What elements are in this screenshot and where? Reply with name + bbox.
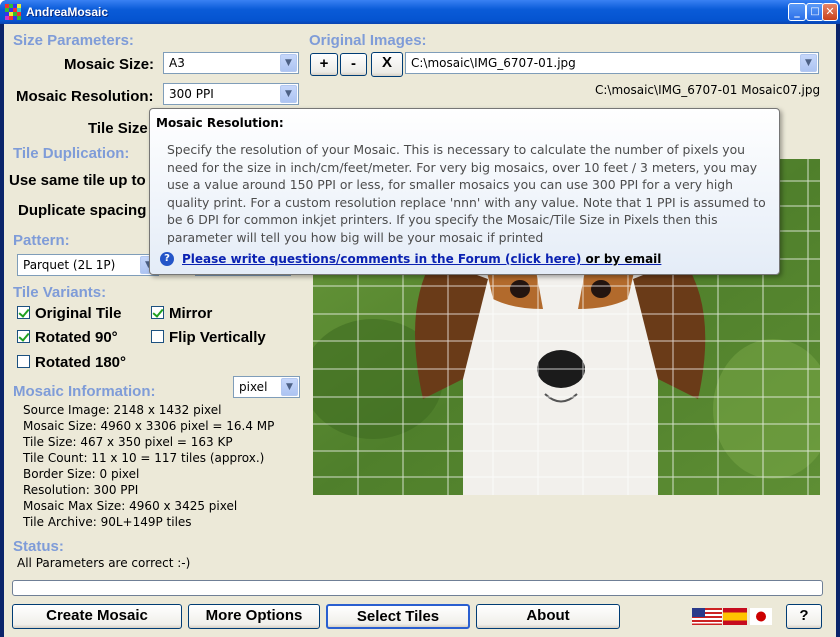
unit-value: pixel — [239, 380, 268, 394]
mosaic-size-value: A3 — [169, 56, 185, 70]
info-line: Tile Count: 11 x 10 = 117 tiles (approx.… — [23, 451, 265, 465]
spain-flag-icon[interactable] — [723, 608, 747, 625]
checkbox-label: Original Tile — [35, 305, 122, 322]
unit-select[interactable]: pixel ▼ — [233, 376, 300, 398]
info-line: Tile Archive: 90L+149P tiles — [23, 515, 192, 529]
info-line: Mosaic Size: 4960 x 3306 pixel = 16.4 MP — [23, 419, 275, 433]
mosaic-size-select[interactable]: A3 ▼ — [163, 52, 299, 74]
tile-duplication-heading: Tile Duplication: — [13, 145, 130, 162]
checkbox-label: Rotated 180° — [35, 354, 127, 371]
chevron-down-icon[interactable]: ▼ — [800, 54, 817, 72]
use-same-tile-label: Use same tile up to — [9, 172, 146, 189]
checkbox-unchecked-icon[interactable] — [151, 330, 164, 343]
mosaic-size-label: Mosaic Size: — [64, 56, 155, 73]
tile-variants-heading: Tile Variants: — [13, 284, 107, 301]
pattern-select[interactable]: Parquet (2L 1P) ▼ — [17, 254, 159, 276]
add-image-button[interactable]: + — [310, 53, 338, 76]
minimize-button[interactable]: _ — [788, 3, 806, 21]
original-image-path-select[interactable]: C:\mosaic\IMG_6707-01.jpg ▼ — [405, 52, 819, 74]
forum-link[interactable]: Please write questions/comments in the F… — [182, 252, 581, 266]
pattern-heading: Pattern: — [13, 232, 70, 249]
original-tile-checkbox[interactable]: Original Tile — [17, 305, 121, 322]
duplicate-spacing-label: Duplicate spacing — [18, 202, 147, 219]
help-circle-icon: ? — [160, 252, 174, 266]
us-flag-icon[interactable] — [692, 608, 722, 625]
output-filename: C:\mosaic\IMG_6707-01 Mosaic07.jpg — [595, 83, 821, 97]
original-image-path-value: C:\mosaic\IMG_6707-01.jpg — [411, 56, 576, 70]
checkbox-checked-icon[interactable] — [151, 306, 164, 319]
info-line: Border Size: 0 pixel — [23, 467, 140, 481]
pattern-value: Parquet (2L 1P) — [23, 258, 116, 272]
chevron-down-icon[interactable]: ▼ — [280, 85, 297, 103]
chevron-down-icon[interactable]: ▼ — [281, 378, 298, 396]
checkbox-checked-icon[interactable] — [17, 330, 30, 343]
select-tiles-button[interactable]: Select Tiles — [326, 604, 470, 629]
chevron-down-icon[interactable]: ▼ — [280, 54, 297, 72]
checkbox-label: Flip Vertically — [169, 329, 266, 346]
info-line: Source Image: 2148 x 1432 pixel — [23, 403, 222, 417]
close-button[interactable]: ✕ — [822, 3, 838, 21]
status-heading: Status: — [13, 538, 64, 555]
info-line: Tile Size: 467 x 350 pixel = 163 KP — [23, 435, 233, 449]
info-line: Mosaic Max Size: 4960 x 3425 pixel — [23, 499, 238, 513]
app-window: AndreaMosaic _ □ ✕ Size Parameters: Mosa… — [0, 0, 840, 637]
original-images-heading: Original Images: — [309, 32, 427, 49]
tooltip-body: Specify the resolution of your Mosaic. T… — [167, 142, 766, 245]
mosaic-information-heading: Mosaic Information: — [13, 383, 156, 400]
flip-vertically-checkbox[interactable]: Flip Vertically — [151, 329, 266, 346]
progress-bar — [12, 580, 823, 596]
create-mosaic-button[interactable]: Create Mosaic — [12, 604, 182, 629]
resolution-tooltip: Mosaic Resolution: Specify the resolutio… — [149, 108, 780, 275]
title-bar[interactable]: AndreaMosaic _ □ ✕ — [0, 0, 840, 24]
remove-image-button[interactable]: - — [340, 53, 367, 76]
forum-link-row: Please write questions/comments in the F… — [182, 252, 661, 266]
japan-flag-icon[interactable] — [750, 608, 772, 625]
mosaic-resolution-select[interactable]: 300 PPI ▼ — [163, 83, 299, 105]
info-line: Resolution: 300 PPI — [23, 483, 139, 497]
window-title: AndreaMosaic — [26, 5, 109, 19]
rotated-180-checkbox[interactable]: Rotated 180° — [17, 354, 126, 371]
clear-images-button[interactable]: X — [371, 52, 403, 77]
checkbox-checked-icon[interactable] — [17, 306, 30, 319]
more-options-button[interactable]: More Options — [188, 604, 320, 629]
checkbox-unchecked-icon[interactable] — [17, 355, 30, 368]
checkbox-label: Rotated 90° — [35, 329, 118, 346]
mirror-checkbox[interactable]: Mirror — [151, 305, 212, 322]
checkbox-label: Mirror — [169, 305, 213, 322]
email-link[interactable]: or by email — [586, 252, 662, 266]
status-text: All Parameters are correct :-) — [17, 556, 191, 570]
tooltip-title: Mosaic Resolution: — [156, 116, 284, 130]
mosaic-resolution-value: 300 PPI — [169, 87, 214, 101]
rotated-90-checkbox[interactable]: Rotated 90° — [17, 329, 118, 346]
main-panel: Size Parameters: Mosaic Size: A3 ▼ Mosai… — [4, 24, 836, 637]
mosaic-resolution-label: Mosaic Resolution: — [16, 88, 154, 105]
help-button[interactable]: ? — [786, 604, 822, 629]
size-parameters-heading: Size Parameters: — [13, 32, 134, 49]
tile-size-label: Tile Size — [88, 120, 148, 137]
about-button[interactable]: About — [476, 604, 620, 629]
app-mosaic-icon — [5, 4, 21, 20]
